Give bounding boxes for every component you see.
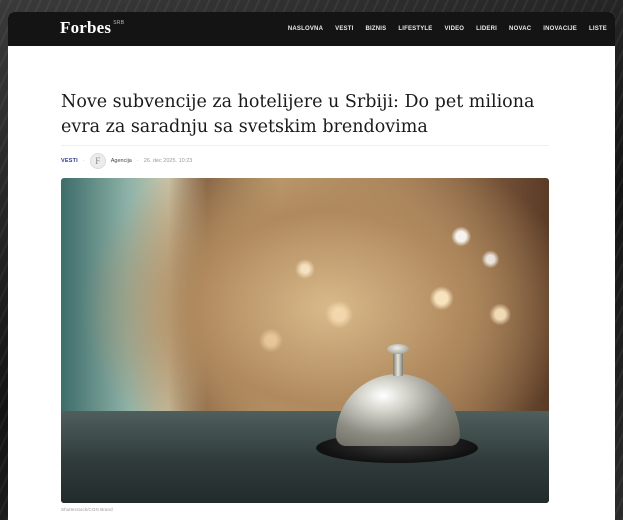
category-link[interactable]: VESTI xyxy=(61,158,78,164)
bell-button xyxy=(387,344,409,354)
meta-separator: · xyxy=(82,158,85,164)
author-name[interactable]: Agencija xyxy=(111,158,132,164)
logo-edition: SRB xyxy=(113,20,125,26)
publish-date: 26. dec 2025. 10:23 xyxy=(143,158,193,164)
nav-item-vesti[interactable]: VESTI xyxy=(335,26,353,32)
author-avatar[interactable]: F xyxy=(89,153,106,169)
bell-stem xyxy=(393,351,403,376)
image-credit: Shutterstock/CGN Brand xyxy=(61,507,113,512)
bell-dome xyxy=(336,374,460,446)
nav-item-biznis[interactable]: BIZNIS xyxy=(365,26,386,32)
article-meta: VESTI · F Agencija · 26. dec 2025. 10:23 xyxy=(61,152,192,170)
nav-item-liste[interactable]: LISTE xyxy=(589,26,607,32)
counter-surface xyxy=(61,411,549,503)
nav-item-naslovna[interactable]: NASLOVNA xyxy=(288,26,323,32)
browser-page: Forbes SRB NASLOVNA VESTI BIZNIS LIFESTY… xyxy=(8,12,615,520)
forbes-logo[interactable]: Forbes SRB xyxy=(60,18,124,38)
site-header: Forbes SRB NASLOVNA VESTI BIZNIS LIFESTY… xyxy=(8,12,615,46)
main-nav: NASLOVNA VESTI BIZNIS LIFESTYLE VIDEO LI… xyxy=(288,12,607,46)
logo-wordmark: Forbes xyxy=(60,18,112,37)
nav-item-lideri[interactable]: LIDERI xyxy=(476,26,497,32)
divider xyxy=(61,145,549,146)
nav-item-inovacije[interactable]: INOVACIJE xyxy=(543,26,577,32)
article-title: Nove subvencije za hotelijere u Srbiji: … xyxy=(61,92,535,137)
nav-item-novac[interactable]: NOVAC xyxy=(509,26,531,32)
hero-image xyxy=(61,178,549,503)
nav-item-video[interactable]: VIDEO xyxy=(445,26,465,32)
nav-item-lifestyle[interactable]: LIFESTYLE xyxy=(398,26,432,32)
meta-separator: · xyxy=(136,158,139,164)
